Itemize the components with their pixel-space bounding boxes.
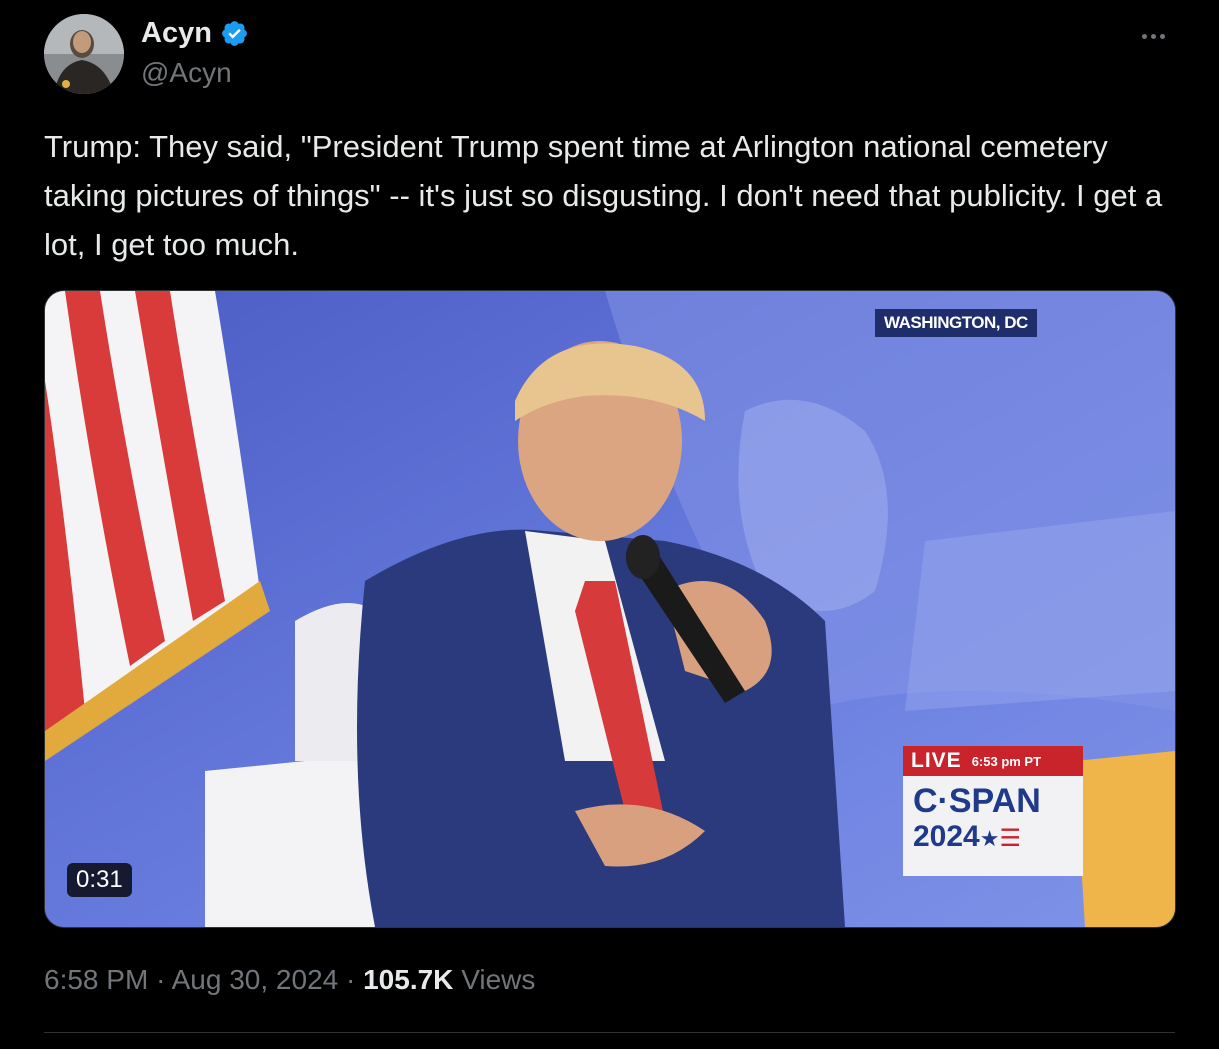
live-bar: LIVE 6:53 pm PT [903, 746, 1083, 776]
tweet-text: Trump: They said, "President Trump spent… [44, 129, 1171, 262]
location-tag: WASHINGTON, DC [875, 309, 1037, 337]
display-name[interactable]: Acyn [141, 16, 249, 50]
more-options-icon-dot [1159, 33, 1165, 39]
tweet-time[interactable]: 6:58 PM [44, 964, 148, 995]
broadcast-bug: LIVE 6:53 pm PT C·SPAN 2024★☰ [903, 746, 1083, 876]
video-player[interactable]: WASHINGTON, DC LIVE 6:53 pm PT C·SPAN 20… [44, 290, 1176, 928]
avatar-image [44, 14, 124, 94]
meta-separator: · [346, 964, 356, 995]
display-name-text[interactable]: Acyn [141, 16, 212, 50]
divider [44, 1032, 1175, 1033]
verified-badge-icon[interactable] [220, 19, 249, 48]
network-year: 2024 [913, 820, 980, 853]
handle[interactable]: @Acyn [141, 56, 232, 90]
views-count: 105.7K [363, 964, 454, 995]
duration-badge: 0:31 [67, 863, 132, 897]
more-options-button[interactable] [1133, 22, 1173, 50]
avatar[interactable] [44, 14, 124, 94]
more-options-icon [1141, 33, 1147, 39]
views-label: Views [461, 964, 536, 995]
tweet-date[interactable]: Aug 30, 2024 [172, 964, 339, 995]
live-time: 6:53 pm PT [971, 753, 1042, 769]
tweet-meta: 6:58 PM · Aug 30, 2024 · 105.7K Views [44, 962, 535, 998]
network-name: C·SPAN [913, 782, 1041, 820]
more-options-icon-dot [1150, 33, 1156, 39]
star-icon: ★ [979, 826, 1000, 851]
network-logo: C·SPAN 2024★☰ [903, 776, 1083, 876]
network-year-line: 2024★☰ [913, 820, 1073, 856]
live-label: LIVE [911, 749, 962, 772]
stripes-icon: ☰ [999, 825, 1021, 852]
meta-separator: · [156, 964, 166, 995]
tweet: Acyn @Acyn Trump: They said, "President … [0, 0, 1219, 1049]
